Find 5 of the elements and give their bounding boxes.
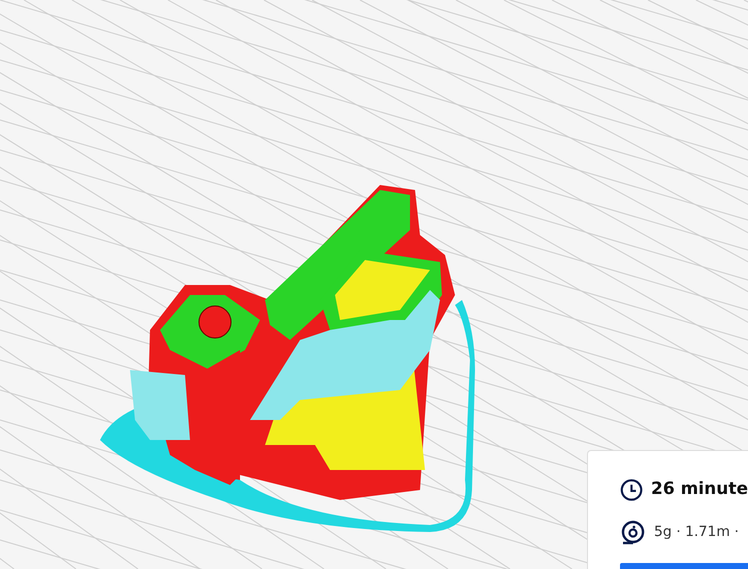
material-usage: 5g · 1.71m ·	[654, 522, 739, 542]
print-time: 26 minute	[651, 478, 748, 502]
clock-icon	[620, 477, 644, 503]
action-button[interactable]	[620, 563, 748, 569]
spool-icon	[620, 519, 646, 545]
